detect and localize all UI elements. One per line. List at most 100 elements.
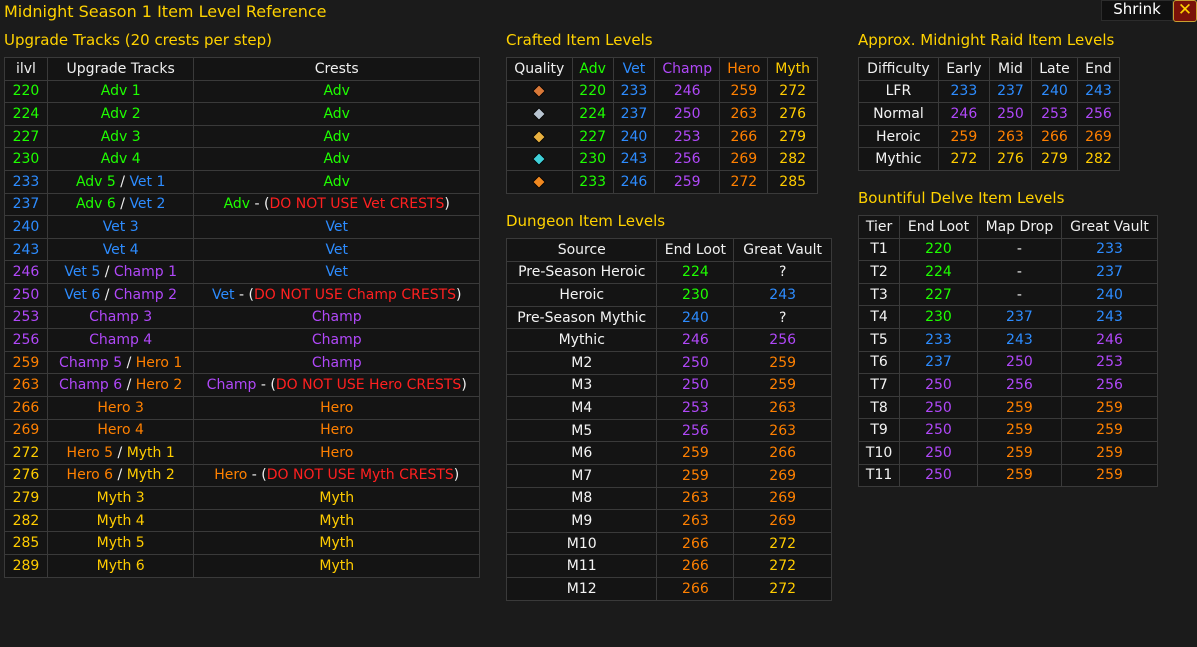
- great-vault-cell: 263: [733, 396, 832, 420]
- table-row: T7 250 256 256: [857, 373, 1158, 397]
- shrink-button[interactable]: Shrink: [1101, 0, 1173, 21]
- ilvl-cell: 263: [4, 373, 48, 397]
- ilvl-cell: 243: [976, 327, 1063, 352]
- ilvl-cell: 285: [4, 531, 48, 556]
- ilvl-cell: 224: [899, 260, 978, 284]
- end-loot-cell: 224: [656, 260, 735, 285]
- ilvl-cell: 259: [976, 463, 1063, 488]
- quality-cell: [506, 124, 573, 149]
- great-vault-cell: 269: [733, 509, 832, 533]
- table-row: T11 250 259 259: [857, 463, 1158, 488]
- text-segment: Myth: [319, 557, 355, 574]
- crest-cell: Myth: [193, 554, 480, 578]
- text-segment: Champ 4: [89, 331, 153, 348]
- track-cell: Myth 4: [46, 508, 195, 533]
- column-header: Great Vault: [733, 238, 832, 262]
- great-vault-cell: ?: [733, 305, 832, 330]
- ilvl-cell: 279: [4, 486, 48, 510]
- ilvl-cell: 243: [612, 147, 656, 171]
- crafted-heading: Crafted Item Levels: [506, 31, 653, 49]
- text-segment: Adv 3: [100, 128, 141, 145]
- ilvl-cell: 250: [976, 350, 1063, 375]
- track-cell: Adv 3: [46, 124, 195, 149]
- ilvl-cell: 272: [719, 169, 769, 194]
- table-row: M11 266 272: [505, 554, 832, 578]
- track-cell: Champ 6 / Hero 2: [46, 373, 195, 397]
- column-header: Champ: [654, 57, 721, 81]
- table-row: M5 256 263: [505, 418, 832, 443]
- track-cell: Vet 4: [46, 237, 195, 262]
- quality-cell: [506, 102, 573, 126]
- ilvl-cell: 233: [612, 79, 656, 104]
- ilvl-cell: 250: [899, 373, 978, 397]
- table-row: M9 263 269: [505, 509, 832, 533]
- table-row: Mythic 246 256: [505, 328, 832, 352]
- great-vault-cell: ?: [733, 260, 832, 285]
- quality-3-icon: [532, 130, 546, 144]
- table-row: 233 Adv 5 / Vet 1 Adv: [4, 169, 480, 194]
- table-row: M12 266 272: [505, 576, 832, 601]
- text-segment: Hero 3: [97, 399, 144, 416]
- text-segment: Myth: [319, 535, 355, 552]
- source-cell: M7: [505, 463, 658, 488]
- end-loot-cell: 259: [656, 441, 735, 465]
- end-loot-cell: 250: [656, 373, 735, 398]
- tier-cell: T11: [857, 463, 901, 488]
- ilvl-cell: 276: [4, 463, 48, 488]
- crest-cell: Myth: [193, 486, 480, 510]
- ilvl-cell: 269: [719, 147, 769, 171]
- close-button[interactable]: ✕: [1173, 0, 1197, 22]
- table-row: M6 259 266: [505, 441, 832, 465]
- text-segment: Vet 1: [129, 173, 166, 190]
- text-segment: Champ: [206, 377, 257, 394]
- crest-cell: Myth: [193, 508, 480, 533]
- ilvl-cell: 263: [988, 124, 1032, 149]
- text-segment: ): [444, 196, 450, 213]
- table-row: 230 243 256 269 282: [506, 147, 818, 171]
- text-segment: Adv 6: [75, 196, 116, 213]
- crest-cell: Champ: [193, 350, 480, 375]
- dungeon-heading: Dungeon Item Levels: [506, 212, 666, 230]
- table-row: T10 250 259 259: [857, 440, 1158, 465]
- upgrade-tracks-table: ilvl Upgrade Tracks Crests 220 Adv 1 Adv 224 A…: [4, 57, 480, 578]
- text-segment: Champ 5: [59, 354, 123, 371]
- ilvl-cell: 253: [654, 124, 721, 149]
- end-loot-cell: 266: [656, 554, 735, 578]
- ilvl-cell: 259: [1061, 418, 1158, 442]
- source-cell: Pre-Season Heroic: [505, 260, 658, 285]
- text-segment: /: [115, 173, 130, 190]
- crest-cell: Vet: [193, 215, 480, 239]
- track-cell: Myth 6: [46, 554, 195, 578]
- ilvl-cell: 259: [976, 395, 1063, 420]
- crest-cell: Vet: [193, 260, 480, 284]
- difficulty-cell: Heroic: [858, 124, 939, 149]
- quality-4-icon: [532, 152, 546, 166]
- quality-cell: [506, 169, 573, 194]
- table-row: 289 Myth 6 Myth: [4, 554, 480, 578]
- ilvl-cell: 233: [4, 169, 48, 194]
- ilvl-cell: 237: [976, 305, 1063, 329]
- track-cell: Hero 4: [46, 418, 195, 443]
- crest-cell: Hero: [193, 441, 480, 465]
- text-segment: Vet 3: [102, 218, 139, 235]
- tier-cell: T8: [857, 395, 901, 420]
- text-segment: Vet 5: [64, 264, 101, 281]
- text-segment: DO NOT USE Vet CRESTS: [269, 196, 445, 213]
- source-cell: Mythic: [505, 328, 658, 352]
- ilvl-cell: 230: [571, 147, 614, 171]
- text-segment: Myth 6: [96, 557, 145, 574]
- end-loot-cell: 240: [656, 305, 735, 330]
- column-header: Source: [505, 238, 658, 262]
- text-segment: - (: [234, 286, 254, 303]
- text-segment: /: [100, 286, 114, 303]
- ilvl-cell: 220: [899, 237, 978, 262]
- crest-cell: Hero: [193, 395, 480, 420]
- text-segment: ): [461, 377, 467, 394]
- track-cell: Myth 3: [46, 486, 195, 510]
- ilvl-cell: 289: [4, 554, 48, 578]
- table-row: 243 Vet 4 Vet: [4, 237, 480, 262]
- source-cell: M6: [505, 441, 658, 465]
- column-header: Difficulty: [858, 57, 939, 81]
- column-header: Mid: [988, 57, 1032, 81]
- crest-cell: Vet - (DO NOT USE Champ CRESTS): [193, 282, 480, 307]
